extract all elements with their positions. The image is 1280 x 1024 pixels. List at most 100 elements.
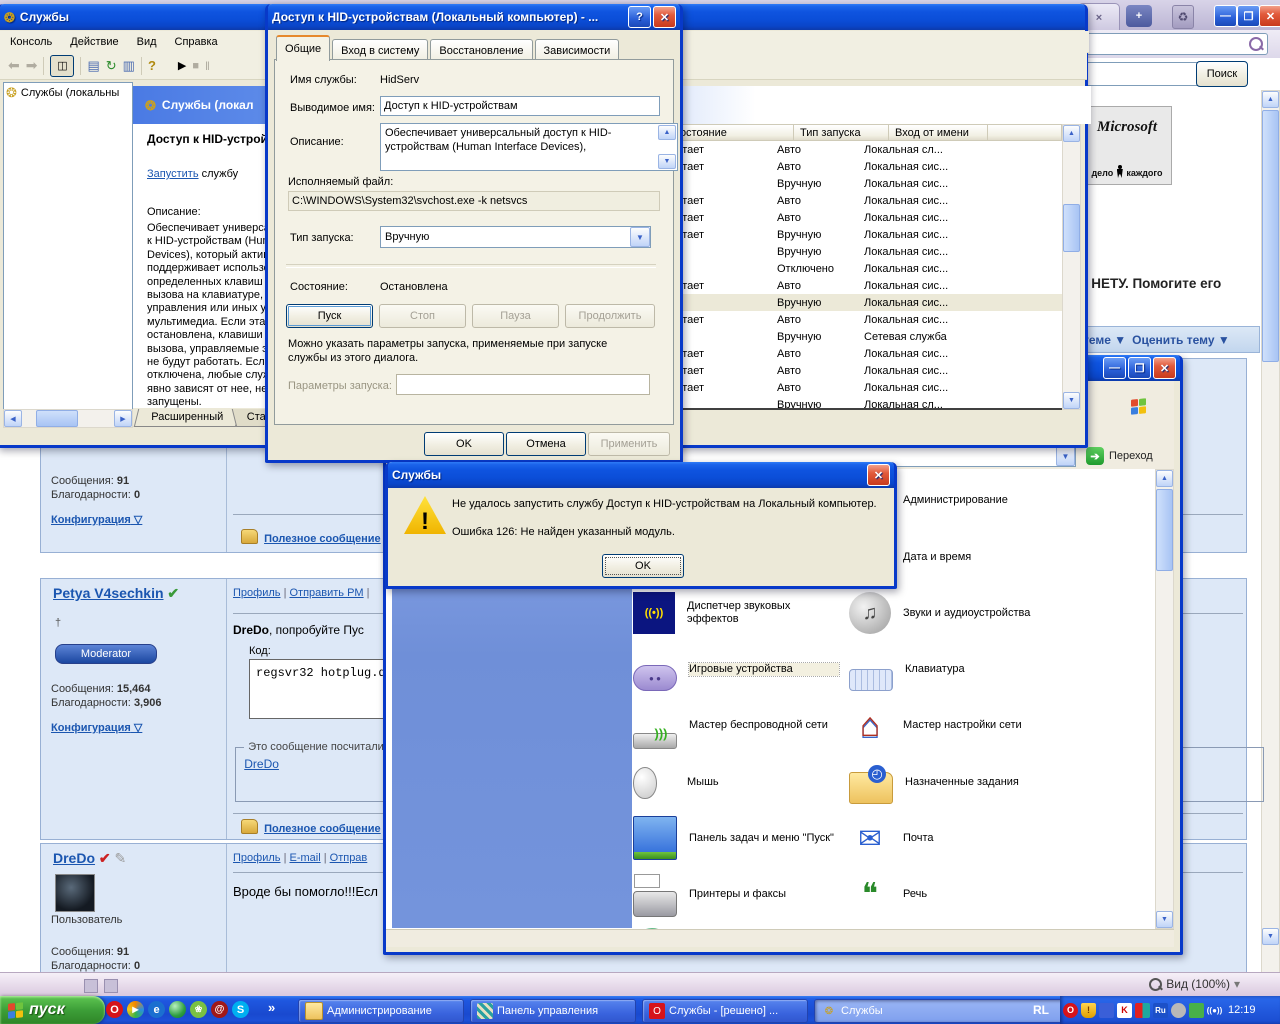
browser-close-button[interactable]: ✕: [1259, 5, 1280, 27]
page-scrollbar[interactable]: ▲ ▼: [1261, 90, 1280, 974]
browser-restore-button[interactable]: ❐: [1237, 5, 1260, 27]
images-toggle-icon[interactable]: [104, 979, 118, 993]
magnifier-icon[interactable]: [1249, 37, 1263, 51]
service-row[interactable]: ...ОтключеноЛокальная сис...: [640, 260, 1062, 277]
control-panel-item[interactable]: Принтеры и факсы: [633, 868, 848, 920]
column-logon-as[interactable]: Вход от имени: [889, 124, 988, 141]
service-row[interactable]: ...РаботаетВручнуюЛокальная сис...: [640, 226, 1062, 243]
tab-dependencies[interactable]: Зависимости: [535, 39, 620, 61]
service-row[interactable]: ...РаботаетАвтоЛокальная сис...: [640, 379, 1062, 396]
post2-profile-link[interactable]: Профиль: [233, 587, 281, 599]
scroll-down-icon[interactable]: ▼: [658, 154, 676, 169]
panel-toggle-icon[interactable]: [84, 979, 98, 993]
language-indicator[interactable]: RL: [1033, 1003, 1049, 1017]
taskbar-button[interactable]: Администрирование: [298, 999, 464, 1023]
post2-config-link[interactable]: Конфигурация ▽: [51, 721, 142, 734]
service-row[interactable]: ...РаботаетАвтоЛокальная сис...: [640, 277, 1062, 294]
export-icon[interactable]: ▥: [123, 58, 135, 74]
post2-pm-link[interactable]: Отправить PM: [289, 587, 363, 599]
post3-author-link[interactable]: DreDo: [53, 850, 95, 866]
back-icon[interactable]: ⬅: [8, 57, 20, 74]
volume-icon[interactable]: ((●)): [1207, 1003, 1222, 1018]
close-button[interactable]: ✕: [1153, 357, 1176, 379]
globe-icon[interactable]: [169, 1001, 186, 1018]
tab-general[interactable]: Общие: [276, 35, 330, 61]
control-panel-item[interactable]: Клавиатура: [849, 643, 1064, 695]
combo-dropdown-icon[interactable]: ▼: [630, 227, 650, 247]
post3-email-link[interactable]: E-mail: [289, 852, 320, 864]
control-panel-item[interactable]: Диспетчер звуковых эффектов: [633, 587, 848, 639]
taskbar-button[interactable]: Панель управления: [470, 999, 636, 1023]
start-button[interactable]: Пуск: [286, 304, 373, 328]
lang-ru-icon[interactable]: Ru: [1153, 1003, 1168, 1018]
battery-icon[interactable]: [1189, 1003, 1204, 1018]
zoom-indicator[interactable]: Вид (100%) ▾: [1149, 977, 1240, 991]
description-box[interactable]: Обеспечивает универсальный доступ к HID-…: [380, 123, 678, 171]
opera-icon[interactable]: O: [106, 1001, 123, 1018]
post2-thanks-user-link[interactable]: DreDo: [244, 757, 279, 771]
post1-useful-link[interactable]: Полезное сообщение |: [241, 529, 387, 545]
tree-toggle-icon[interactable]: ◫: [50, 55, 74, 77]
trash-icon[interactable]: ♻: [1172, 5, 1194, 29]
control-panel-item[interactable]: Назначенные задания: [849, 756, 1064, 808]
tab-close-icon[interactable]: ×: [1096, 12, 1102, 24]
mail-at-icon[interactable]: @: [211, 1001, 228, 1018]
clock[interactable]: 12:19: [1228, 1004, 1256, 1016]
display-icon[interactable]: [1099, 1003, 1114, 1018]
service-row[interactable]: ...ВручнуюЛокальная сис...: [640, 175, 1062, 192]
error-dialog-titlebar[interactable]: Службы ✕: [388, 462, 894, 488]
forward-icon[interactable]: ➡: [26, 57, 38, 74]
taskbar-button[interactable]: OСлужбы - [решено] ...: [642, 999, 808, 1023]
browser-icon[interactable]: e: [148, 1001, 165, 1018]
rate-topic-menu[interactable]: Оценить тему ▼: [1132, 333, 1230, 347]
control-panel-item[interactable]: Почта: [849, 812, 1064, 864]
kaspersky-icon[interactable]: K: [1117, 1003, 1132, 1018]
service-row[interactable]: ...ВручнуюЛокальная сл...: [640, 396, 1062, 410]
control-panel-item[interactable]: Мышь: [633, 756, 848, 808]
start-service-link[interactable]: Запустить: [147, 168, 199, 180]
tab-extended[interactable]: Расширенный: [134, 409, 240, 427]
tab-logon[interactable]: Вход в систему: [332, 39, 428, 61]
refresh-icon[interactable]: ↻: [106, 58, 117, 74]
close-button[interactable]: ✕: [653, 6, 676, 28]
start-service-icon[interactable]: ▶: [178, 59, 186, 72]
control-panel-scrollbar[interactable]: ▲ ▼: [1155, 469, 1174, 929]
skype-icon[interactable]: S: [232, 1001, 249, 1018]
help-button[interactable]: ?: [628, 6, 651, 28]
shield-icon[interactable]: !: [1081, 1003, 1096, 1018]
service-row[interactable]: ...РаботаетАвтоЛокальная сис...: [640, 158, 1062, 175]
menu-view[interactable]: Вид: [137, 36, 157, 48]
post3-send-link[interactable]: Отправ: [330, 852, 368, 864]
control-panel-item[interactable]: Мастер беспроводной сети: [633, 699, 848, 751]
properties-dialog-titlebar[interactable]: Доступ к HID-устройствам (Локальный комп…: [268, 4, 680, 30]
control-panel-item[interactable]: Речь: [849, 868, 1064, 920]
post3-profile-link[interactable]: Профиль: [233, 852, 281, 864]
minimize-button[interactable]: —: [1103, 357, 1126, 379]
service-row[interactable]: ...ВручнуюЛокальная сис...: [640, 243, 1062, 260]
error-ok-button[interactable]: OK: [602, 554, 684, 578]
microsoft-ad-banner[interactable]: Microsoft дело каждого: [1082, 106, 1172, 185]
maximize-button[interactable]: ❐: [1128, 357, 1151, 379]
service-row[interactable]: ...РаботаетАвтоЛокальная сл...: [640, 141, 1062, 158]
control-panel-item[interactable]: Игровые устройства: [633, 643, 848, 695]
control-panel-item[interactable]: Панель задач и меню "Пуск": [633, 812, 848, 864]
speaker-muted-icon[interactable]: [1171, 1003, 1186, 1018]
service-row[interactable]: ...РаботаетАвтоЛокальная сис...: [640, 345, 1062, 362]
service-row[interactable]: ...РаботаетАвтоЛокальная сис...: [640, 311, 1062, 328]
new-tab-button[interactable]: +: [1126, 5, 1152, 27]
column-startup-type[interactable]: Тип запуска: [794, 124, 889, 141]
column-state[interactable]: Состояние: [666, 124, 794, 141]
service-row[interactable]: ...РаботаетАвтоЛокальная сис...: [640, 362, 1062, 379]
tree-hscrollbar[interactable]: ◀ ▶: [3, 409, 133, 428]
control-panel-item[interactable]: Мастер настройки сети: [849, 699, 1064, 751]
service-row[interactable]: ...РаботаетАвтоЛокальная сис...: [640, 192, 1062, 209]
page-search-button[interactable]: Поиск: [1196, 61, 1248, 87]
opera-icon[interactable]: O: [1063, 1003, 1078, 1018]
tree-item-services[interactable]: ❂ Службы (локальны: [4, 83, 132, 102]
service-row[interactable]: ...ВручнуюСетевая служба: [640, 328, 1062, 345]
go-label[interactable]: Переход: [1109, 450, 1153, 462]
tab-recovery[interactable]: Восстановление: [430, 39, 532, 61]
post1-config-link[interactable]: Конфигурация ▽: [51, 513, 142, 526]
icq-icon[interactable]: ❀: [190, 1001, 207, 1018]
control-panel-item[interactable]: Звуки и аудиоустройства: [849, 587, 1064, 639]
